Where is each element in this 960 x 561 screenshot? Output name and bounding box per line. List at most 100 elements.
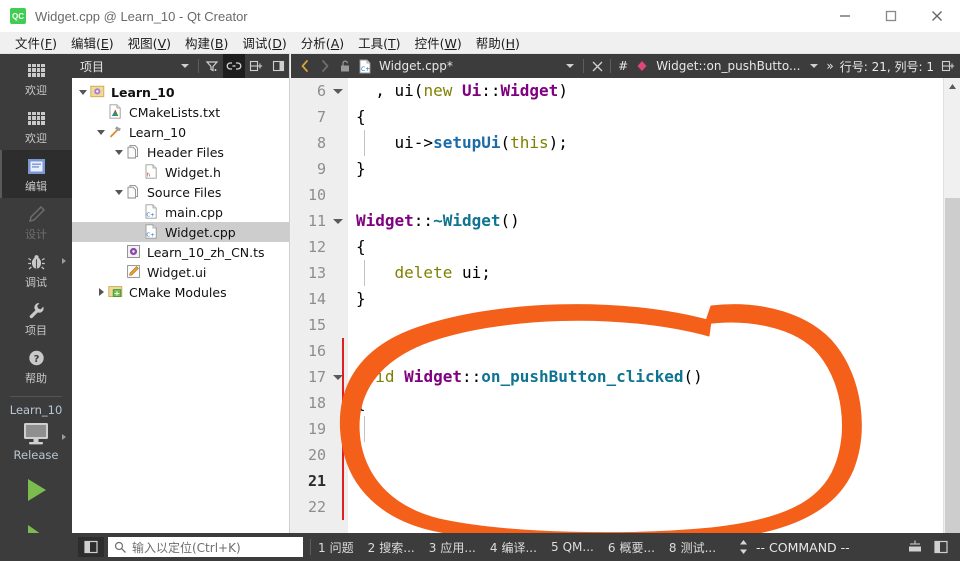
tree-item-learn_10[interactable]: Learn_10 — [72, 82, 289, 102]
file-dropdown-chevron-down-icon[interactable] — [560, 54, 580, 78]
menu-file[interactable]: 文件(F) — [8, 31, 64, 54]
toggle-sidebar-icon[interactable] — [78, 537, 104, 557]
code-token: { — [356, 237, 366, 256]
link-icon[interactable] — [223, 54, 245, 78]
tree-twisty-down-icon[interactable] — [94, 129, 108, 135]
code-line[interactable]: delete ui; — [348, 260, 960, 286]
code-token: ui — [394, 81, 414, 100]
mode-欢迎[interactable]: 欢迎 — [0, 54, 72, 102]
menu-debug[interactable]: 调试(D) — [235, 31, 293, 54]
close-pane-icon[interactable] — [267, 54, 289, 78]
tree-item-learn_10_zh_cn-ts[interactable]: Learn_10_zh_CN.ts — [72, 242, 289, 262]
code-line[interactable]: void Widget::on_pushButton_clicked() — [348, 364, 960, 390]
tree-item-main-cpp[interactable]: C+ main.cpp — [72, 202, 289, 222]
menu-edit[interactable]: 编辑(E) — [64, 31, 121, 54]
scrollbar-thumb[interactable] — [945, 198, 960, 548]
mode-expand-arrow-icon[interactable] — [62, 258, 66, 264]
code-area[interactable]: 6 7 8 9 10 11 12 13 14 15 16 17 18 19 20 21 22 , ui(new … — [291, 78, 960, 561]
editor-filename[interactable]: Widget.cpp* — [375, 59, 457, 73]
toolbar-overflow[interactable]: » — [824, 59, 835, 73]
code-line[interactable]: ui->setupUi(this); — [348, 130, 960, 156]
code-line[interactable]: { — [348, 104, 960, 130]
code-token: ( — [500, 133, 511, 152]
mode-label: 设计 — [25, 228, 47, 241]
menu-window[interactable]: 控件(W) — [408, 31, 469, 54]
tree-item-label: Learn_10_zh_CN.ts — [147, 244, 265, 260]
minimize-button[interactable] — [822, 0, 868, 32]
code-line[interactable]: , ui(new Ui::Widget) — [348, 78, 960, 104]
code-line[interactable] — [348, 468, 960, 494]
mode-项目[interactable]: 项目 — [0, 294, 72, 342]
project-panel-header: 项目 — [72, 54, 289, 78]
code-text[interactable]: , ui(new Ui::Widget){ ui->setupUi(this);… — [348, 78, 960, 520]
code-line[interactable] — [348, 494, 960, 520]
menu-build[interactable]: 构建(B) — [178, 31, 235, 54]
tree-twisty-right-icon[interactable] — [94, 288, 108, 296]
code-token: ) — [558, 81, 568, 100]
up-down-arrows-icon[interactable] — [730, 533, 756, 561]
code-token: :: — [481, 81, 501, 100]
filter-icon[interactable] — [201, 54, 223, 78]
code-line[interactable]: Widget::~Widget() — [348, 208, 960, 234]
unlock-icon[interactable] — [335, 54, 355, 78]
code-line[interactable]: } — [348, 156, 960, 182]
locator-input[interactable]: 输入以定位(Ctrl+K) — [108, 537, 303, 557]
menu-help[interactable]: 帮助(H) — [469, 31, 527, 54]
split-icon[interactable] — [245, 54, 267, 78]
kit-expand-arrow-icon[interactable] — [62, 434, 66, 440]
tree-item-widget-ui[interactable]: Widget.ui — [72, 262, 289, 282]
output-pane-5[interactable]: 5 QM... — [551, 540, 594, 554]
tree-twisty-down-icon[interactable] — [112, 149, 126, 155]
symbol-dropdown-chevron-down-icon[interactable] — [804, 54, 824, 78]
tree-twisty-down-icon[interactable] — [112, 189, 126, 195]
output-pane-8[interactable]: 8 测试... — [669, 539, 716, 556]
output-pane-6[interactable]: 6 概要... — [608, 539, 655, 556]
code-line[interactable] — [348, 312, 960, 338]
kit-selector-button[interactable]: Release — [0, 418, 72, 467]
output-pane-1[interactable]: 1 问题 — [318, 539, 354, 556]
line-number: 17 — [291, 364, 348, 390]
back-arrow-icon[interactable] — [295, 54, 315, 78]
tree-item-cmake-modules[interactable]: CMake Modules — [72, 282, 289, 302]
editor-vertical-scrollbar[interactable] — [943, 78, 960, 561]
forward-arrow-icon[interactable] — [315, 54, 335, 78]
menu-view[interactable]: 视图(V) — [121, 31, 178, 54]
mode-帮助[interactable]: ? 帮助 — [0, 342, 72, 390]
fold-marker-icon[interactable] — [333, 219, 343, 224]
close-icon[interactable] — [587, 54, 607, 78]
code-line[interactable]: { — [348, 234, 960, 260]
menu-analyze[interactable]: 分析(A) — [294, 31, 351, 54]
toggle-output-icon[interactable] — [928, 533, 954, 561]
close-button[interactable] — [914, 0, 960, 32]
code-line[interactable]: } — [348, 442, 960, 468]
code-line[interactable] — [348, 338, 960, 364]
code-line[interactable] — [348, 182, 960, 208]
hash-icon[interactable]: # — [614, 59, 632, 73]
tree-item-header-files[interactable]: Header Files — [72, 142, 289, 162]
tree-item-widget-cpp[interactable]: C+ Widget.cpp — [72, 222, 289, 242]
progress-icon[interactable] — [902, 533, 928, 561]
project-selector-dropdown[interactable] — [174, 54, 196, 78]
mode-调试[interactable]: 调试 — [0, 246, 72, 294]
tree-item-source-files[interactable]: Source Files — [72, 182, 289, 202]
tree-twisty-down-icon[interactable] — [76, 89, 90, 95]
tree-item-cmakelists-txt[interactable]: CMakeLists.txt — [72, 102, 289, 122]
run-icon[interactable] — [0, 467, 72, 513]
output-pane-3[interactable]: 3 应用... — [429, 539, 476, 556]
split-editor-icon[interactable] — [938, 54, 958, 78]
symbol-selector[interactable]: Widget::on_pushButto... — [652, 59, 804, 73]
maximize-button[interactable] — [868, 0, 914, 32]
output-pane-2[interactable]: 2 搜索... — [368, 539, 415, 556]
menu-tools[interactable]: 工具(T) — [351, 31, 407, 54]
fold-marker-icon[interactable] — [333, 89, 343, 94]
output-pane-4[interactable]: 4 编译... — [490, 539, 537, 556]
code-token: ui; — [452, 263, 491, 282]
code-line[interactable]: } — [348, 286, 960, 312]
code-line[interactable] — [348, 416, 960, 442]
scroll-up-arrow-icon[interactable] — [944, 78, 960, 95]
code-line[interactable]: { — [348, 390, 960, 416]
tree-item-widget-h[interactable]: h Widget.h — [72, 162, 289, 182]
mode-欢迎[interactable]: 欢迎 — [0, 102, 72, 150]
tree-item-learn_10[interactable]: Learn_10 — [72, 122, 289, 142]
mode-编辑[interactable]: 编辑 — [0, 150, 72, 198]
